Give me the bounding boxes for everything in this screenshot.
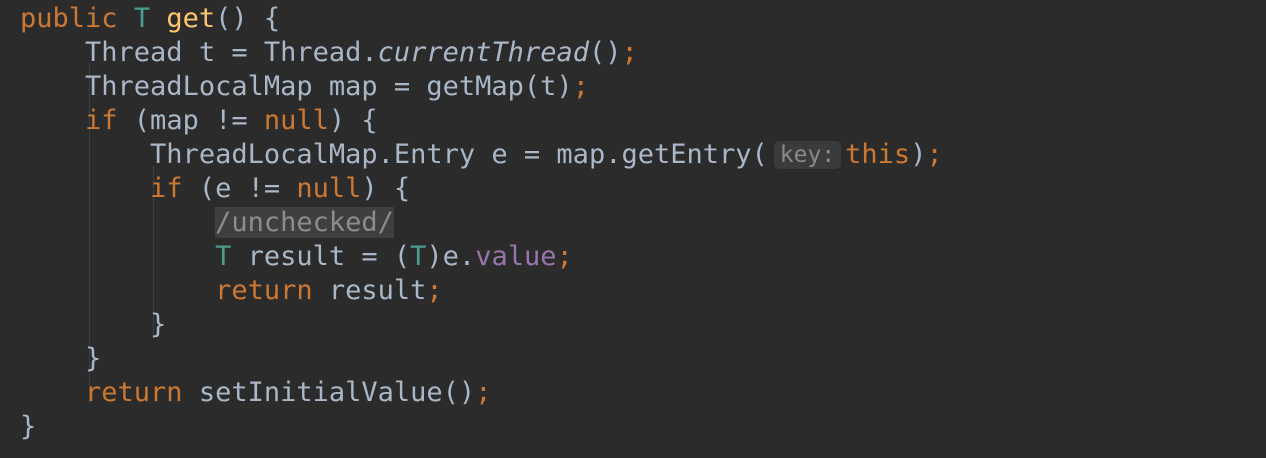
keyword: public: [20, 3, 118, 34]
code-editor[interactable]: public T get() { Thread t = Thread.curre…: [0, 0, 1266, 458]
code-line-12: return setInitialValue();: [20, 376, 491, 410]
code-text: (e !=: [182, 173, 297, 204]
keyword: return: [85, 377, 183, 408]
code-text: () {: [215, 3, 281, 34]
code-text: }: [85, 343, 102, 374]
semicolon: ;: [926, 139, 943, 170]
code-text: )e.: [426, 241, 476, 272]
code-line-4: if (map != null) {: [20, 104, 378, 138]
code-line-13: }: [20, 410, 36, 444]
semicolon: ;: [556, 241, 573, 272]
semicolon: ;: [426, 275, 443, 306]
code-text: (): [588, 37, 622, 68]
code-text: ): [910, 139, 927, 170]
keyword: null: [263, 105, 329, 136]
semicolon: ;: [572, 71, 589, 102]
semicolon: ;: [475, 377, 492, 408]
code-line-3: ThreadLocalMap map = getMap(t);: [20, 70, 589, 104]
parameter-hint: key:: [773, 141, 842, 169]
code-text: }: [150, 309, 167, 340]
code-line-6: if (e != null) {: [20, 172, 410, 206]
code-text: ThreadLocalMap.Entry e = map.getEntry(: [150, 139, 768, 170]
comment: /unchecked/: [215, 207, 394, 238]
keyword: return: [215, 275, 313, 306]
code-line-5: ThreadLocalMap.Entry e = map.getEntry(ke…: [20, 138, 943, 172]
type-name: T: [133, 3, 151, 34]
type-name: T: [410, 241, 427, 272]
code-text: ThreadLocalMap map = getMap(t): [85, 71, 573, 102]
keyword: this: [845, 139, 911, 170]
code-text: }: [20, 411, 37, 442]
method-name: get: [166, 3, 216, 34]
code-text: Thread t = Thread.: [85, 37, 378, 68]
code-line-11: }: [20, 342, 101, 376]
code-text: ) {: [361, 173, 411, 204]
code-line-8: T result = (T)e.value;: [20, 240, 573, 274]
code-text: result: [312, 275, 427, 306]
code-text: ) {: [328, 105, 378, 136]
code-text: setInitialValue(): [182, 377, 476, 408]
code-text: (map !=: [117, 105, 264, 136]
field-name: value: [475, 241, 557, 272]
keyword: if: [150, 173, 183, 204]
static-method-call: currentThread: [377, 37, 589, 68]
code-line-7: /unchecked/: [20, 206, 394, 240]
code-line-10: }: [20, 308, 166, 342]
code-text: result = (: [231, 241, 411, 272]
code-line-9: return result;: [20, 274, 443, 308]
type-name: T: [215, 241, 232, 272]
code-line-2: Thread t = Thread.currentThread();: [20, 36, 638, 70]
keyword: if: [85, 105, 118, 136]
keyword: null: [296, 173, 362, 204]
code-line-1: public T get() {: [20, 2, 280, 36]
semicolon: ;: [621, 37, 638, 68]
